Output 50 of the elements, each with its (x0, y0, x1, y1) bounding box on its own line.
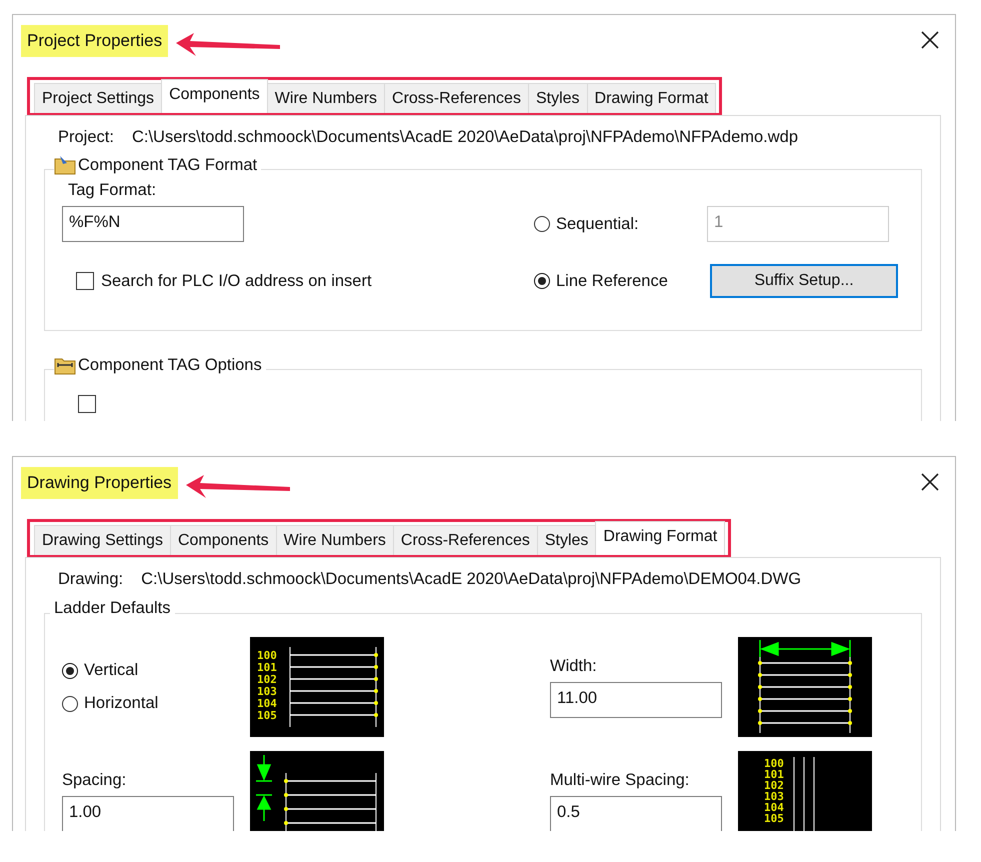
tab[interactable]: Drawing Format (586, 83, 716, 113)
rung-number: 104 (257, 697, 277, 710)
group-title: Component TAG Format (78, 156, 258, 175)
tab[interactable]: Drawing Format (595, 521, 726, 555)
rung-number: 103 (257, 685, 277, 698)
rung-number: 102 (764, 779, 784, 792)
path-text: C:\Users\todd.schmoock\Documents\AcadE 2020\AeData\proj\NFPAdemo\NFPAdemo.wdp (132, 128, 798, 147)
group-title: Component TAG Options (78, 356, 262, 375)
rung-number: 105 (257, 709, 277, 722)
close-icon[interactable] (921, 473, 939, 491)
checkbox[interactable]: Search for PLC I/O address on insert (76, 272, 534, 290)
tab[interactable]: Wire Numbers (276, 525, 394, 555)
field-label: Spacing: (62, 770, 128, 790)
rung-number: 102 (257, 673, 277, 686)
field-label: Tag Format: (68, 181, 158, 200)
field-label: Width: (550, 656, 598, 676)
tab[interactable]: Project Settings (34, 83, 162, 113)
suffix-setup-button[interactable]: Suffix Setup... (710, 264, 898, 298)
rung-number: 101 (764, 768, 784, 781)
radio-button[interactable]: Line Reference (534, 272, 710, 290)
tab[interactable]: Styles (528, 83, 588, 113)
radio-button[interactable]: Sequential: (534, 214, 707, 234)
tab[interactable]: Components (170, 525, 277, 555)
rung-number: 100 (257, 649, 277, 662)
tab[interactable]: Cross-References (384, 83, 529, 113)
path-text: C:\Users\todd.schmoock\Documents\AcadE 2020\AeData\proj\NFPAdemo\DEMO04.DWG (141, 570, 802, 589)
tab[interactable]: Drawing Settings (34, 525, 171, 555)
rung-number: 103 (764, 790, 784, 803)
rung-number: 100 (764, 757, 784, 770)
dialog-title: Drawing Properties (21, 467, 178, 499)
path-label: Drawing: (58, 570, 124, 589)
checkbox[interactable] (78, 395, 96, 413)
multiwire-spacing-field[interactable]: 0.5 (550, 796, 722, 831)
tab[interactable]: Cross-References (392, 525, 538, 555)
field-label: Multi-wire Spacing: (550, 770, 690, 790)
tab[interactable]: Styles (536, 525, 596, 555)
tab[interactable]: Wire Numbers (266, 83, 386, 113)
spacing-field[interactable]: 1.00 (62, 796, 234, 831)
folder-icon (54, 155, 76, 175)
path-label: Project: (58, 128, 114, 147)
close-icon[interactable] (921, 31, 939, 49)
dialog-title: Project Properties (21, 25, 168, 57)
radio-button[interactable]: Horizontal (62, 694, 250, 713)
group-title: Ladder Defaults (54, 599, 170, 618)
rung-number: 101 (257, 661, 277, 674)
tag-format-field[interactable]: %F%N (62, 206, 244, 242)
width-field[interactable]: 11.00 (550, 682, 722, 718)
rung-number: 105 (764, 812, 784, 825)
rung-number: 104 (764, 801, 784, 814)
radio-button[interactable]: Vertical (62, 661, 250, 680)
